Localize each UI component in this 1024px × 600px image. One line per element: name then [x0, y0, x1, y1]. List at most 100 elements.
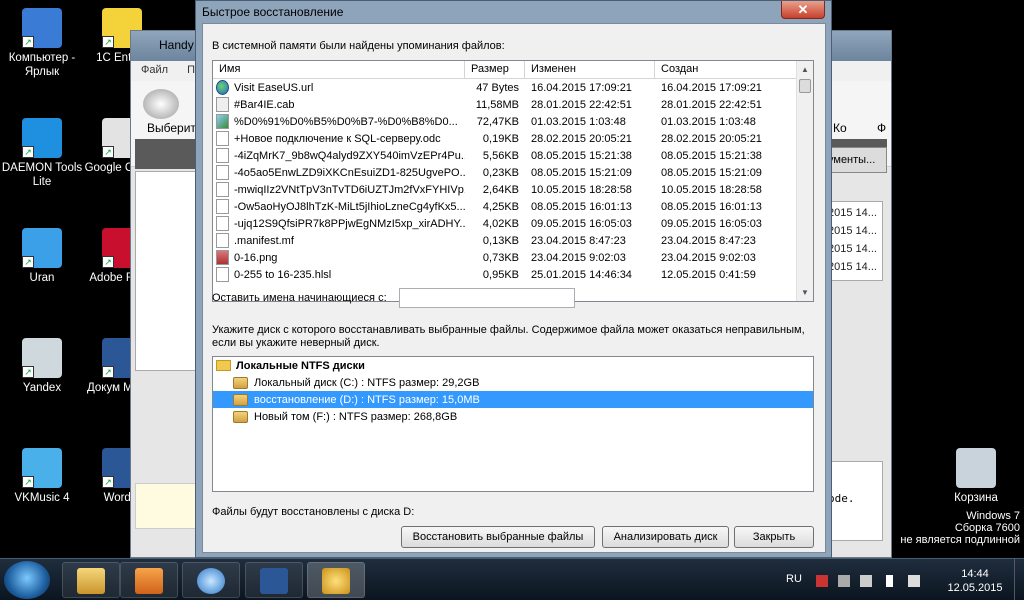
file-name-cell: +Новое подключение к SQL-серверу.odc: [213, 131, 465, 146]
disk-item[interactable]: Новый том (F:) : NTFS размер: 268,8GB: [213, 408, 813, 425]
file-created: 08.05.2015 15:21:38: [661, 149, 762, 162]
media-player-icon: [135, 568, 163, 594]
file-modified: 28.01.2015 22:42:51: [531, 98, 632, 111]
desktop-icon-recycle-bin[interactable]: Корзина: [934, 448, 1018, 505]
file-list[interactable]: Имя Размер Изменен Создан Visit EaseUS.u…: [212, 60, 814, 302]
file-modified: 08.05.2015 15:21:09: [531, 166, 632, 179]
file-row[interactable]: .manifest.mf 0,13KB 23.04.2015 8:47:23 23.0…: [213, 232, 813, 249]
prefix-input[interactable]: [399, 288, 575, 308]
signal-icon[interactable]: [886, 575, 898, 587]
toolbar-right-label[interactable]: Ко: [833, 121, 847, 135]
file-row[interactable]: %D0%91%D0%B5%D0%B7-%D0%B8%D0... 72,47KB 01…: [213, 113, 813, 130]
taskbar-word[interactable]: [245, 562, 303, 598]
disk-item[interactable]: восстановление (D:) : NTFS размер: 15,0M…: [213, 391, 813, 408]
file-name: #Bar4IE.cab: [234, 98, 295, 111]
show-desktop-button[interactable]: [1014, 559, 1024, 600]
taskbar-handy-recovery[interactable]: [307, 562, 365, 598]
select-label[interactable]: Выберит: [147, 121, 196, 135]
restore-selected-button[interactable]: Восстановить выбранные файлы: [401, 526, 595, 548]
restore-from-label: Файлы будут восстановлены с диска D:: [212, 506, 415, 518]
column-size[interactable]: Размер: [465, 61, 525, 78]
desktop-icon-label: DAEMON Tools Lite: [1, 162, 83, 188]
file-row[interactable]: #Bar4IE.cab 11,58MB 28.01.2015 22:42:51 28.…: [213, 96, 813, 113]
bg-info-panel: [135, 483, 199, 529]
desktop-icon-computer[interactable]: ↗ Компьютер - Ярлык: [0, 8, 84, 79]
file-doc-icon: [216, 233, 229, 248]
file-row[interactable]: +Новое подключение к SQL-серверу.odc 0,19…: [213, 130, 813, 147]
clock[interactable]: 14:44 12.05.2015: [940, 567, 1010, 595]
file-modified: 01.03.2015 1:03:48: [531, 115, 626, 128]
dialog-body: В системной памяти были найдены упоминан…: [202, 23, 826, 553]
close-button[interactable]: Закрыть: [734, 526, 814, 548]
yandex-icon: ↗: [22, 338, 62, 378]
language-indicator[interactable]: RU: [786, 573, 802, 585]
desktop-icon-vkmusic[interactable]: ↗ VKMusic 4: [0, 448, 84, 505]
file-row[interactable]: 0-255 to 16-235.hlsl 0,95KB 25.01.2015 14:…: [213, 266, 813, 283]
column-name[interactable]: Имя: [213, 61, 465, 78]
disk-label: восстановление (D:) : NTFS размер: 15,0M…: [254, 393, 480, 406]
desktop-icon-label: Yandex: [22, 382, 62, 394]
file-size: 0,95KB: [482, 268, 519, 281]
watermark-line: не является подлинной: [900, 534, 1020, 546]
menu-file[interactable]: Файл: [141, 64, 168, 76]
file-name-cell: -4o5ao5EnwLZD9iXKCnEsuiZD1-825UgvePO...: [213, 165, 465, 180]
disk-prompt: Укажите диск с которого восстанавливать …: [212, 324, 805, 336]
toolbar-right-label-2[interactable]: Ф: [877, 121, 886, 135]
file-list-scrollbar[interactable]: ▲ ▼: [796, 61, 813, 301]
desktop-icon-uran[interactable]: ↗ Uran: [0, 228, 84, 285]
desktop-icon-label: Корзина: [954, 492, 998, 504]
dialog-title: Быстрое восстановление: [202, 5, 344, 19]
scroll-up-icon[interactable]: ▲: [797, 61, 813, 78]
file-row[interactable]: Visit EaseUS.url 47 Bytes 16.04.2015 17:09…: [213, 79, 813, 96]
disk-item[interactable]: Локальный диск (C:) : NTFS размер: 29,2G…: [213, 374, 813, 391]
column-created[interactable]: Создан: [655, 61, 799, 78]
volume-icon[interactable]: [908, 575, 920, 587]
scroll-thumb[interactable]: [799, 79, 811, 93]
file-row[interactable]: -4iZqMrK7_9b8wQ4alyd9ZXY540imVzEPr4Pu...…: [213, 147, 813, 164]
file-doc-icon: [216, 182, 229, 197]
bg-folder-tree[interactable]: [135, 171, 199, 371]
hard-drive-icon: [233, 393, 248, 406]
network-icon[interactable]: [860, 575, 872, 587]
hard-drive-icon: [233, 376, 248, 389]
file-name: %D0%91%D0%B5%D0%B7-%D0%B8%D0...: [234, 115, 458, 128]
disk-group[interactable]: Локальные NTFS диски: [213, 357, 813, 374]
taskbar-media-player[interactable]: [120, 562, 178, 598]
file-size: 4,02KB: [482, 217, 519, 230]
file-created: 09.05.2015 16:05:03: [661, 217, 762, 230]
file-name: .manifest.mf: [234, 234, 294, 247]
analyze-disk-button[interactable]: Анализировать диск: [602, 526, 729, 548]
file-row[interactable]: -Ow5aoHyOJ8lhTzK-MiLt5jIhioLzneCg4yfKx5.…: [213, 198, 813, 215]
file-name: -4iZqMrK7_9b8wQ4alyd9ZXY540imVzEPr4Pu...: [234, 149, 465, 162]
file-png-icon: [216, 250, 229, 265]
file-name: -4o5ao5EnwLZD9iXKCnEsuiZD1-825UgvePO...: [234, 166, 465, 179]
file-row[interactable]: 0-16.png 0,73KB 23.04.2015 9:02:03 23.04.20…: [213, 249, 813, 266]
file-row[interactable]: -4o5ao5EnwLZD9iXKCnEsuiZD1-825UgvePO... 0…: [213, 164, 813, 181]
file-name-cell: .manifest.mf: [213, 233, 465, 248]
flag-icon[interactable]: [816, 575, 828, 587]
taskbar-uran[interactable]: [182, 562, 240, 598]
file-size: 11,58MB: [475, 98, 519, 111]
prefix-label: Оставить имена начинающиеся с:: [212, 292, 387, 304]
bg-date-cell: 2015 14...: [828, 261, 877, 273]
file-row[interactable]: -mwiqIIz2VNtTpV3nTvTD6iUZTJm2fVxFYHIVp..…: [213, 181, 813, 198]
desktop-icon-daemon-tools[interactable]: ↗ DAEMON Tools Lite: [0, 118, 84, 189]
desktop-icon-yandex[interactable]: ↗ Yandex: [0, 338, 84, 395]
column-modified[interactable]: Изменен: [525, 61, 655, 78]
taskbar-explorer[interactable]: [62, 562, 120, 598]
file-size: 5,56KB: [482, 149, 519, 162]
close-icon[interactable]: ✕: [781, 1, 825, 19]
uran-icon: ↗: [22, 228, 62, 268]
disk-tree[interactable]: Локальные NTFS диски Локальный диск (C:)…: [212, 356, 814, 492]
file-size: 0,73KB: [482, 251, 519, 264]
documents-button[interactable]: ументы...: [825, 147, 887, 173]
file-doc-icon: [216, 131, 229, 146]
recycle-bin-icon: [956, 448, 996, 488]
shortcut-arrow-icon: ↗: [102, 476, 114, 488]
start-button-icon[interactable]: [4, 561, 50, 599]
file-row[interactable]: -ujq12S9QfsiPR7k8PPjwEgNMzI5xp_xirADHY..…: [213, 215, 813, 232]
file-name-cell: -ujq12S9QfsiPR7k8PPjwEgNMzI5xp_xirADHY..…: [213, 216, 465, 231]
scroll-down-icon[interactable]: ▼: [797, 284, 813, 301]
action-center-icon[interactable]: [838, 575, 850, 587]
found-files-label: В системной памяти были найдены упоминан…: [212, 40, 505, 52]
